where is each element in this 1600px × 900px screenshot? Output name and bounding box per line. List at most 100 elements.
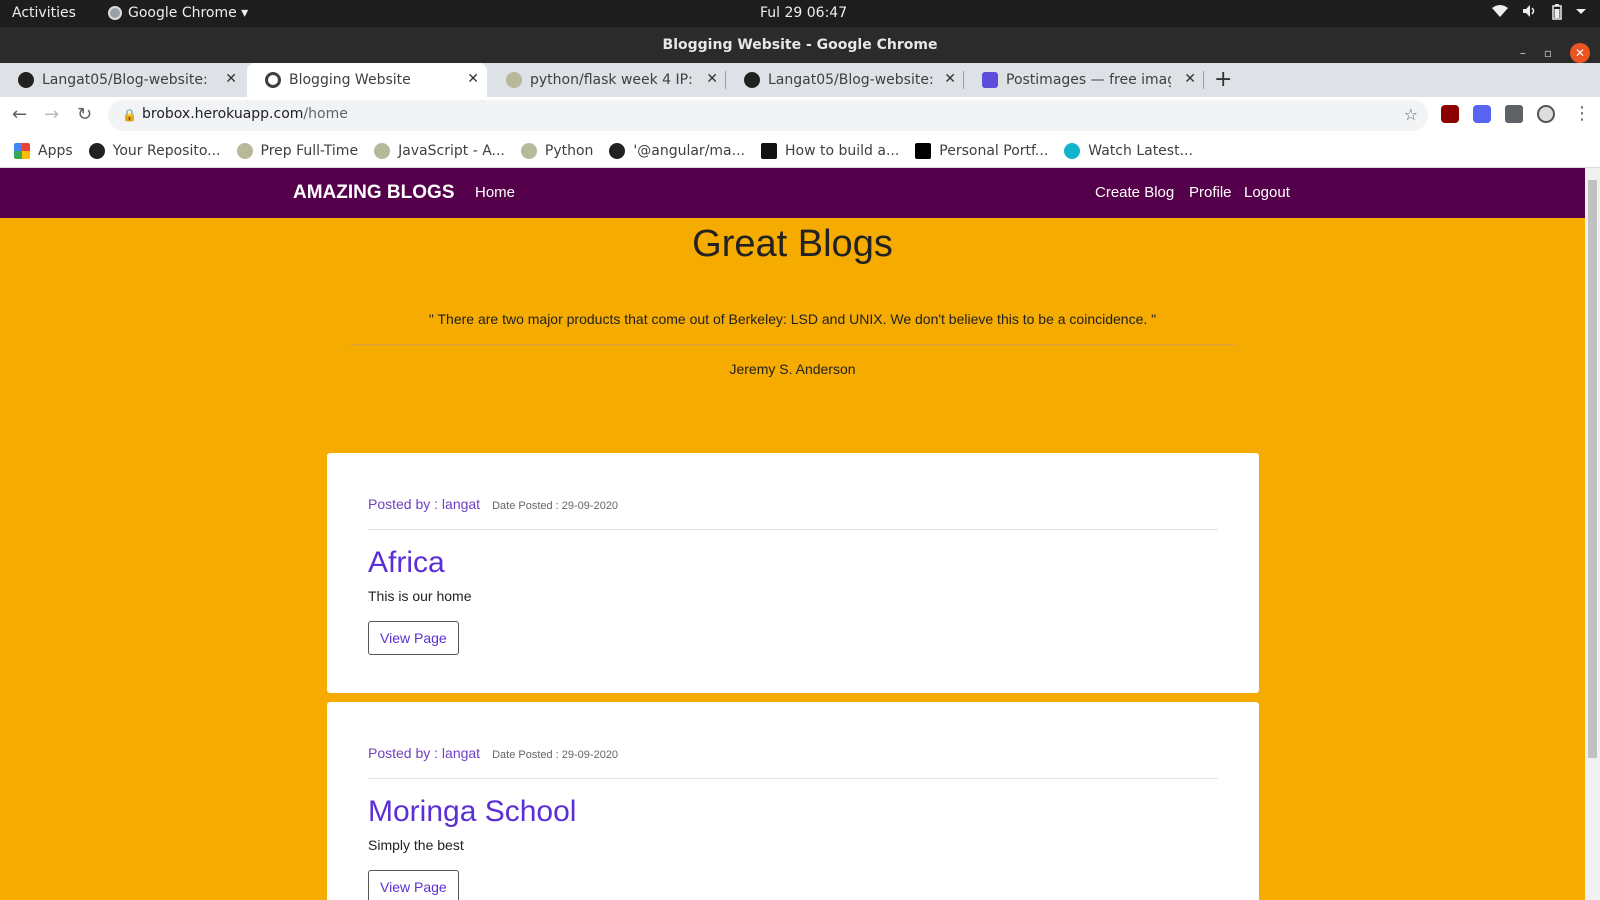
scrollbar-thumb[interactable] (1588, 180, 1597, 758)
close-tab-icon[interactable]: ✕ (1184, 71, 1196, 87)
github-icon (18, 72, 34, 88)
site-brand[interactable]: AMAZING BLOGS (293, 182, 455, 204)
bookmark-label: Apps (38, 142, 73, 159)
activities-button[interactable]: Activities (12, 5, 76, 21)
app-menu[interactable]: Google Chrome ▾ (108, 5, 248, 21)
url-text[interactable]: brobox.herokuapp.com/home (142, 106, 348, 122)
tab-label: python/flask week 4 IP: Ju (530, 72, 695, 88)
url-path: /home (303, 106, 348, 122)
chrome-icon (108, 6, 122, 20)
github-icon (744, 72, 760, 88)
medium-icon (915, 142, 932, 159)
bookmarks-bar: Apps Your Reposito... Prep Full-Time Jav… (0, 134, 1600, 168)
post-author[interactable]: Posted by : langat (368, 496, 480, 512)
nav-profile[interactable]: Profile (1189, 184, 1232, 201)
page-viewport: AMAZING BLOGS Home Create Blog Profile L… (0, 168, 1585, 900)
tab-github-2[interactable]: Langat05/Blog-website: T ✕ (726, 63, 964, 97)
bookmark-javascript[interactable]: JavaScript - A... (374, 142, 505, 159)
card-divider (368, 778, 1218, 779)
battery-icon (1552, 4, 1562, 24)
view-page-button[interactable]: View Page (368, 621, 459, 655)
tab-strip: Langat05/Blog-website: T ✕ Blogging Webs… (0, 63, 1600, 97)
bookmark-label: Your Reposito... (112, 142, 221, 159)
post-description: This is our home (368, 588, 472, 604)
new-tab-icon[interactable]: + (1214, 67, 1232, 92)
moringa-icon (506, 72, 522, 88)
post-date: Date Posted : 29-09-2020 (492, 749, 619, 761)
bookmark-python[interactable]: Python (520, 142, 594, 159)
bookmark-label: Prep Full-Time (260, 142, 359, 159)
nav-home[interactable]: Home (475, 184, 515, 201)
post-description: Simply the best (368, 837, 464, 853)
github-icon (88, 142, 105, 159)
bookmark-label: How to build a... (784, 142, 900, 159)
close-tab-icon[interactable]: ✕ (944, 71, 956, 87)
bookmark-label: Python (544, 142, 594, 159)
bookmark-prep-full-time[interactable]: Prep Full-Time (236, 142, 359, 159)
close-window-icon[interactable]: ✕ (1570, 43, 1590, 63)
bookmark-apps[interactable]: Apps (14, 142, 73, 159)
nav-create-blog[interactable]: Create Blog (1095, 184, 1174, 201)
lock-icon: 🔒 (122, 108, 137, 122)
bookmark-how-to-build[interactable]: How to build a... (760, 142, 900, 159)
clock[interactable]: Ful 29 06:47 (760, 5, 847, 21)
extensions-puzzle-icon[interactable] (1505, 105, 1523, 123)
browser-toolbar: ← → ↻ 🔒 brobox.herokuapp.com/home ☆ ⋮ (0, 97, 1600, 134)
quote-text: " There are two major products that come… (428, 311, 1157, 327)
post-date: Date Posted : 29-09-2020 (492, 500, 619, 512)
page-scrollbar[interactable] (1585, 168, 1600, 900)
blog-card: Posted by : langat Date Posted : 29-09-2… (327, 702, 1259, 900)
tab-separator (1203, 71, 1204, 89)
post-author[interactable]: Posted by : langat (368, 745, 480, 761)
reload-icon[interactable]: ↻ (77, 104, 92, 125)
bookmark-personal-portfolio[interactable]: Personal Portf... (915, 142, 1049, 159)
wifi-icon (1492, 4, 1508, 24)
moringa-icon (520, 142, 537, 159)
globe-icon (265, 72, 281, 88)
close-tab-icon[interactable]: ✕ (706, 71, 718, 87)
system-top-bar: Activities Google Chrome ▾ Ful 29 06:47 (0, 0, 1600, 27)
tab-blogging-website[interactable]: Blogging Website ✕ (247, 63, 487, 97)
github-icon (609, 142, 626, 159)
postimages-icon (982, 72, 998, 88)
back-arrow-icon[interactable]: ← (12, 104, 27, 125)
bookmark-label: Personal Portf... (939, 142, 1049, 159)
window-title-bar: Blogging Website - Google Chrome – ▫ ✕ (0, 27, 1600, 63)
forward-arrow-icon[interactable]: → (44, 104, 59, 125)
nav-logout[interactable]: Logout (1244, 184, 1290, 201)
moringa-icon (236, 142, 253, 159)
close-tab-icon[interactable]: ✕ (467, 71, 479, 87)
tab-label: Blogging Website (289, 72, 411, 88)
post-title[interactable]: Africa (368, 546, 445, 580)
address-bar[interactable]: 🔒 brobox.herokuapp.com/home ☆ (108, 100, 1428, 131)
card-divider (368, 529, 1218, 530)
tab-github-1[interactable]: Langat05/Blog-website: T ✕ (0, 63, 245, 97)
post-title[interactable]: Moringa School (368, 795, 576, 829)
bookmark-star-icon[interactable]: ☆ (1404, 105, 1418, 124)
bookmark-label: '@angular/ma... (633, 142, 745, 159)
chevron-down-icon (1576, 4, 1586, 24)
url-host: brobox.herokuapp.com (142, 106, 304, 122)
view-page-button[interactable]: View Page (368, 870, 459, 900)
tab-flask-week4[interactable]: python/flask week 4 IP: Ju ✕ (488, 63, 726, 97)
bookmark-watch-latest[interactable]: Watch Latest... (1064, 142, 1193, 159)
tab-label: Langat05/Blog-website: T (768, 72, 933, 88)
ublock-icon[interactable] (1441, 105, 1459, 123)
profile-avatar-icon[interactable] (1537, 105, 1555, 123)
tab-postimages[interactable]: Postimages — free image ✕ (964, 63, 1204, 97)
close-tab-icon[interactable]: ✕ (225, 71, 237, 87)
quote-author: Jeremy S. Anderson (729, 361, 856, 377)
zoom-extension-icon[interactable] (1473, 105, 1491, 123)
apps-grid-icon (14, 142, 30, 159)
quote-divider (349, 344, 1235, 345)
bookmark-angular-material[interactable]: '@angular/ma... (609, 142, 745, 159)
kebab-menu-icon[interactable]: ⋮ (1573, 103, 1591, 124)
window-title: Blogging Website - Google Chrome (662, 37, 938, 53)
app-menu-label: Google Chrome ▾ (128, 5, 249, 21)
system-tray[interactable] (1492, 4, 1586, 24)
volume-icon (1522, 4, 1538, 24)
moringa-icon (374, 142, 391, 159)
tab-label: Postimages — free image (1006, 72, 1171, 88)
bookmark-your-repositories[interactable]: Your Reposito... (88, 142, 221, 159)
page-title: Great Blogs (692, 223, 893, 265)
